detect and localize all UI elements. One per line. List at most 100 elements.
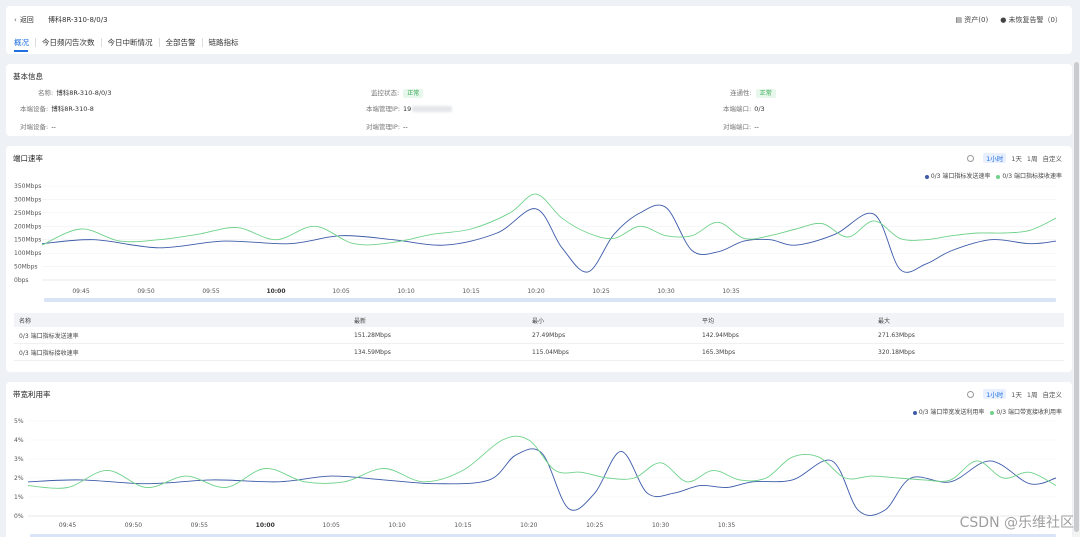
- cell: 134.59Mbps: [354, 348, 391, 356]
- cell: 320.18Mbps: [878, 348, 915, 356]
- assets-link[interactable]: ▤ 资产(0): [955, 15, 988, 25]
- info-local-port: 本端端口: 0/3: [723, 103, 765, 113]
- alarms-label: 未恢复告警（0）: [1008, 16, 1062, 24]
- status-badge: 正常: [403, 89, 424, 98]
- y-tick-label: 350Mbps: [14, 183, 41, 190]
- y-tick-label: 1%: [14, 494, 24, 501]
- tab-overview[interactable]: 概况: [14, 38, 36, 47]
- x-tick-label: 10:10: [397, 288, 414, 295]
- value: 0/3: [754, 105, 765, 113]
- cell: 27.49Mbps: [532, 331, 566, 339]
- scrollbar-thumb[interactable]: [1074, 62, 1079, 532]
- series-line-recv: [41, 193, 1057, 246]
- x-tick-label: 09:55: [191, 522, 208, 529]
- x-tick-label: 10:00: [256, 522, 275, 529]
- label: 名称:: [38, 89, 54, 97]
- label: 本端设备:: [20, 105, 49, 113]
- x-tick-label: 10:05: [332, 288, 349, 295]
- x-tick-label: 10:15: [454, 522, 471, 529]
- y-tick-label: 100Mbps: [14, 250, 41, 257]
- x-tick-label: 10:35: [722, 288, 739, 295]
- label: 对端设备:: [20, 123, 49, 131]
- table-header: 名称 最新 最小 平均 最大: [14, 313, 1064, 327]
- redacted-ip: [412, 106, 453, 112]
- col-latest: 最新: [354, 317, 367, 325]
- header-bar: ‹ 返回 博科8R-310-8/0/3 ▤ 资产(0) ● 未恢复告警（0） 概况…: [6, 6, 1072, 54]
- col-min: 最小: [532, 317, 545, 325]
- back-button[interactable]: ‹ 返回: [14, 15, 34, 25]
- table-row: 0/3 端口指标发送速率 151.28Mbps 27.49Mbps 142.94…: [14, 327, 1064, 344]
- tab-all-alarms[interactable]: 全部告警: [160, 38, 203, 47]
- info-peer-port: 对端端口: --: [723, 121, 759, 131]
- x-tick-label: 10:25: [592, 288, 609, 295]
- y-tick-label: 250Mbps: [14, 210, 41, 217]
- basic-info-card: 基本信息 名称: 博科8R-310-8/0/3 监控状态: 正常 连通性: 正常 本端…: [6, 64, 1072, 136]
- label: 对端管理IP:: [366, 123, 401, 131]
- value: 博科8R-310-8/0/3: [56, 89, 112, 97]
- x-tick-label: 10:05: [322, 522, 339, 529]
- x-tick-label: 10:25: [586, 522, 603, 529]
- value: --: [754, 123, 759, 131]
- x-tick-label: 09:50: [125, 522, 142, 529]
- x-tick-label: 10:15: [462, 288, 479, 295]
- cell: 271.63Mbps: [878, 331, 915, 339]
- alarms-link[interactable]: ● 未恢复告警（0）: [1000, 15, 1062, 25]
- label: 对端端口:: [723, 123, 752, 131]
- y-tick-label: 4%: [14, 437, 24, 444]
- y-tick-label: 300Mbps: [14, 196, 41, 203]
- value: 19: [403, 105, 412, 113]
- label: 本端管理IP:: [366, 105, 401, 113]
- cell: 142.94Mbps: [702, 331, 739, 339]
- y-tick-label: 150Mbps: [14, 237, 41, 244]
- bandwidth-util-chart: 0% 1% 2% 3% 4% 5% 09:45 09:50 09:55 10:00 10:05 10:…: [14, 418, 1057, 537]
- info-name: 名称: 博科8R-310-8/0/3: [38, 87, 111, 97]
- alarm-icon: ●: [1000, 16, 1007, 24]
- bandwidth-util-card: 带宽利用率 1小时 1天 1周 自定义 0/3 端口带宽发送利用率 0/3 端口…: [6, 382, 1072, 537]
- tab-interruptions[interactable]: 今日中断情况: [102, 38, 160, 47]
- value: 博科8R-310-8: [51, 105, 94, 113]
- y-tick-label: 200Mbps: [14, 223, 41, 230]
- y-tick-label: 0bps: [14, 277, 29, 284]
- label: 监控状态:: [371, 89, 400, 97]
- label: 本端端口:: [723, 105, 752, 113]
- x-tick-label: 10:00: [266, 288, 285, 295]
- page-title: 博科8R-310-8/0/3: [48, 16, 108, 24]
- x-tick-label: 10:30: [657, 288, 674, 295]
- x-tick-label: 09:45: [72, 288, 89, 295]
- rate-stats-table: 名称 最新 最小 平均 最大 0/3 端口指标发送速率 151.28Mbps 2…: [14, 313, 1064, 361]
- info-local-ip: 本端管理IP: 19: [366, 103, 453, 113]
- label: 连通性:: [730, 89, 752, 97]
- cell: 0/3 端口指标接收速率: [19, 349, 79, 357]
- back-label: 返回: [19, 16, 34, 24]
- info-connectivity: 连通性: 正常: [730, 87, 776, 98]
- assets-label: 资产(0): [964, 16, 989, 24]
- zoom-slider: [44, 298, 1056, 302]
- col-name: 名称: [19, 317, 32, 325]
- info-monitor: 监控状态: 正常: [371, 87, 424, 98]
- asset-icon: ▤: [955, 16, 963, 24]
- info-local-device: 本端设备: 博科8R-310-8: [20, 103, 94, 113]
- cell: 115.04Mbps: [532, 348, 569, 356]
- x-tick-label: 10:10: [388, 522, 405, 529]
- y-tick-label: 2%: [14, 475, 24, 482]
- y-tick-label: 50Mbps: [14, 264, 38, 271]
- port-rate-chart: 0bps 50Mbps 100Mbps 150Mbps 200Mbps 250Mbps 30…: [14, 183, 1057, 302]
- x-tick-label: 09:45: [59, 522, 76, 529]
- status-badge: 正常: [755, 89, 776, 98]
- port-rate-card: 端口速率 1小时 1天 1周 自定义 0/3 端口指标发送速率 0/3 端口指标…: [6, 146, 1072, 372]
- col-max: 最大: [878, 317, 891, 325]
- cell: 165.3Mbps: [702, 348, 736, 356]
- cell: 0/3 端口指标发送速率: [19, 332, 79, 340]
- tab-flash-count[interactable]: 今日频闪告次数: [36, 38, 102, 47]
- active-tab-indicator: [14, 50, 28, 52]
- x-tick-label: 10:30: [652, 522, 669, 529]
- info-peer-device: 对端设备: --: [20, 121, 56, 131]
- value: --: [403, 123, 408, 131]
- watermark: CSDN @乐维社区: [959, 515, 1074, 531]
- y-tick-label: 5%: [14, 418, 24, 425]
- y-tick-label: 3%: [14, 456, 24, 463]
- series-line-send: [41, 204, 1057, 273]
- x-tick-label: 09:55: [202, 288, 219, 295]
- header-actions: ▤ 资产(0) ● 未恢复告警（0）: [955, 15, 1062, 25]
- tab-link-metrics[interactable]: 链路指标: [203, 38, 245, 47]
